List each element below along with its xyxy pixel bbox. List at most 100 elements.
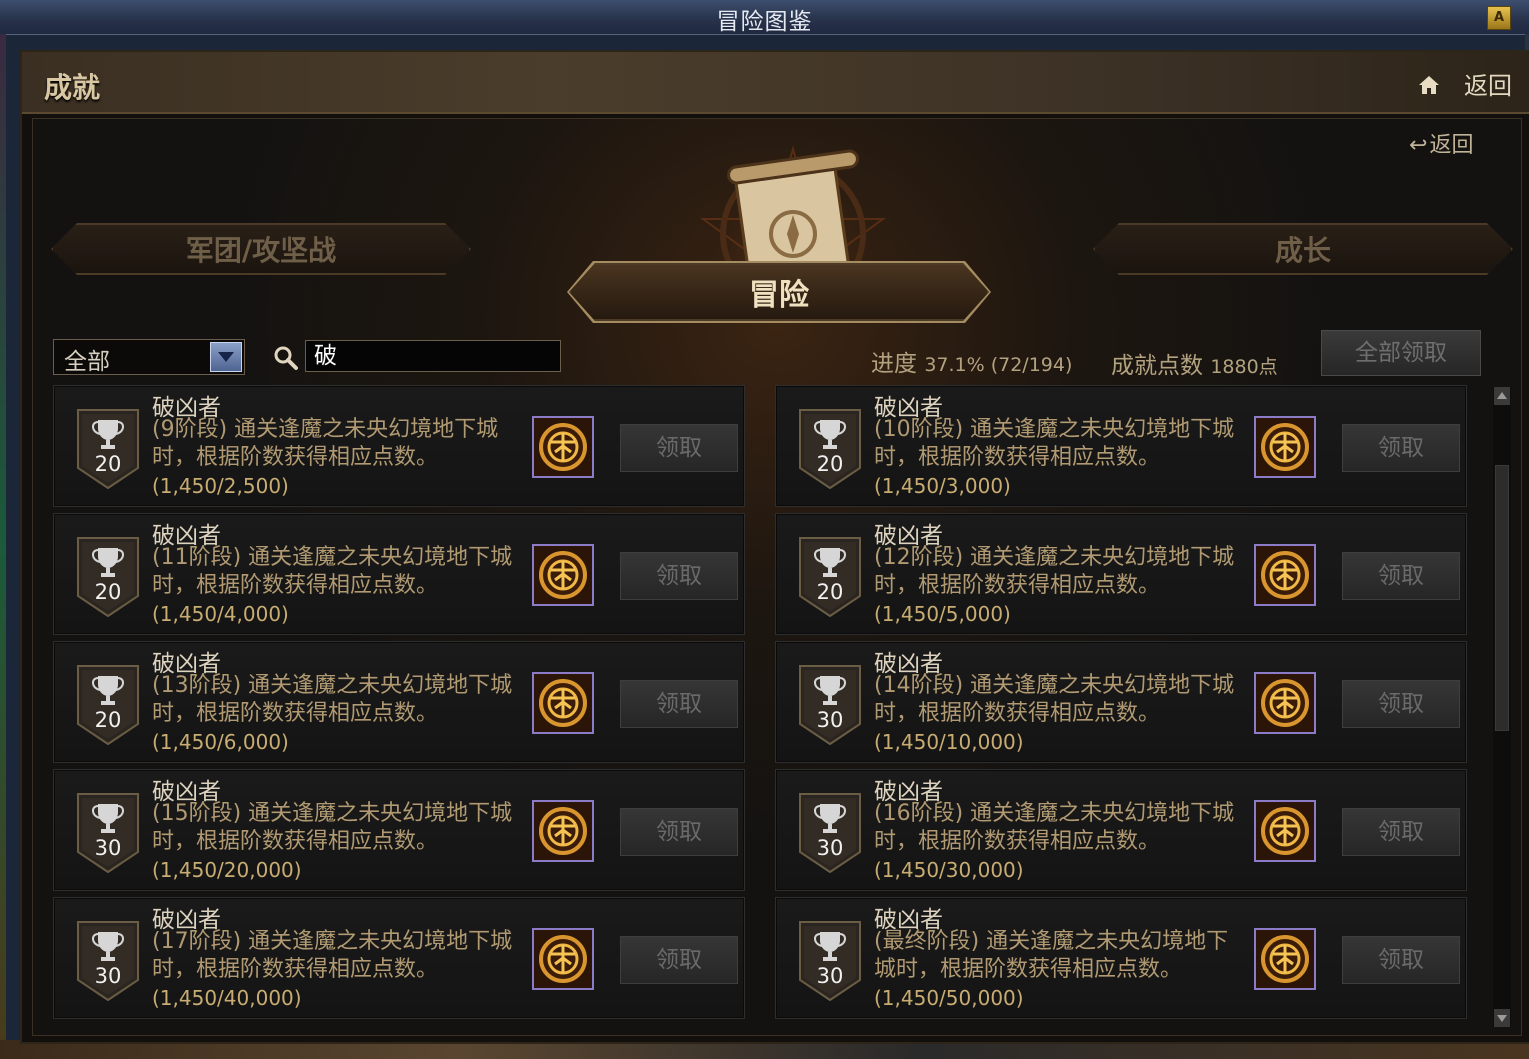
tab-growth[interactable]: 成长 — [1093, 223, 1513, 275]
trophy-badge: 20 — [76, 536, 140, 618]
reward-emblem-icon[interactable] — [1254, 544, 1316, 606]
claim-button[interactable]: 领取 — [1342, 808, 1460, 856]
achievement-card: 20 破凶者 (13阶段) 通关逢魔之未央幻境地下城时，根据阶数获得相应点数。 (1,… — [53, 641, 745, 763]
achievement-points: 20 — [94, 580, 122, 604]
achievement-card: 20 破凶者 (12阶段) 通关逢魔之未央幻境地下城时，根据阶数获得相应点数。 (1,… — [775, 513, 1467, 635]
claim-button[interactable]: 领取 — [620, 424, 738, 472]
trophy-icon — [798, 537, 862, 622]
trophy-icon — [76, 921, 140, 1006]
achievement-progress: (1,450/2,500) — [152, 474, 289, 498]
reward-emblem-icon[interactable] — [532, 416, 594, 478]
achievement-card: 30 破凶者 (最终阶段) 通关逢魔之未央幻境地下城时，根据阶数获得相应点数。 (1,… — [775, 897, 1467, 1019]
achievement-progress: (1,450/3,000) — [874, 474, 1011, 498]
claim-button[interactable]: 领取 — [1342, 936, 1460, 984]
achievement-progress: (1,450/6,000) — [152, 730, 289, 754]
search-input[interactable]: 破 — [305, 340, 561, 372]
claim-button[interactable]: 领取 — [620, 680, 738, 728]
reward-emblem-icon[interactable] — [532, 672, 594, 734]
points-value: 1880点 — [1210, 356, 1278, 378]
trophy-icon — [798, 921, 862, 1006]
achievement-description: (13阶段) 通关逢魔之未央幻境地下城时，根据阶数获得相应点数。 — [152, 673, 513, 726]
achievement-description: (14阶段) 通关逢魔之未央幻境地下城时，根据阶数获得相应点数。 — [874, 673, 1235, 726]
claim-button[interactable]: 领取 — [620, 808, 738, 856]
achievement-description: (15阶段) 通关逢魔之未央幻境地下城时，根据阶数获得相应点数。 — [152, 801, 513, 854]
achievement-card: 20 破凶者 (10阶段) 通关逢魔之未央幻境地下城时，根据阶数获得相应点数。 (1,… — [775, 385, 1467, 507]
reward-emblem-icon[interactable] — [1254, 672, 1316, 734]
achievement-card: 20 破凶者 (9阶段) 通关逢魔之未央幻境地下城时，根据阶数获得相应点数。 (1,4… — [53, 385, 745, 507]
achievement-list: 20 破凶者 (9阶段) 通关逢魔之未央幻境地下城时，根据阶数获得相应点数。 (1,4… — [43, 385, 1483, 1025]
achievement-points: 20 — [94, 708, 122, 732]
trophy-badge: 30 — [798, 920, 862, 1002]
reward-emblem-icon[interactable] — [1254, 800, 1316, 862]
reward-emblem-icon[interactable] — [532, 928, 594, 990]
claim-button[interactable]: 领取 — [620, 552, 738, 600]
window-titlebar: 冒险图鉴 A — [0, 0, 1529, 35]
sub-back-label: 返回 — [1429, 133, 1474, 158]
trophy-badge: 20 — [798, 408, 862, 490]
reward-emblem-icon[interactable] — [1254, 928, 1316, 990]
achievement-points: 30 — [816, 708, 844, 732]
scroll-thumb[interactable] — [1495, 465, 1509, 731]
trophy-icon — [798, 665, 862, 750]
achievement-card: 30 破凶者 (17阶段) 通关逢魔之未央幻境地下城时，根据阶数获得相应点数。 (1,… — [53, 897, 745, 1019]
achievement-progress: (1,450/10,000) — [874, 730, 1024, 754]
achievement-progress: (1,450/4,000) — [152, 602, 289, 626]
achievement-points: 30 — [816, 964, 844, 988]
trophy-badge: 20 — [798, 536, 862, 618]
reward-emblem-icon[interactable] — [532, 544, 594, 606]
achievement-description: (16阶段) 通关逢魔之未央幻境地下城时，根据阶数获得相应点数。 — [874, 801, 1235, 854]
achievement-points: 20 — [94, 452, 122, 476]
lock-icon[interactable]: A — [1487, 6, 1511, 30]
achievement-progress: (1,450/40,000) — [152, 986, 302, 1010]
tab-adventure[interactable]: 冒险 — [569, 263, 989, 321]
trophy-icon — [798, 409, 862, 494]
trophy-badge: 30 — [798, 664, 862, 746]
trophy-badge: 20 — [76, 664, 140, 746]
window-title: 冒险图鉴 — [716, 9, 813, 35]
claim-button[interactable]: 领取 — [620, 936, 738, 984]
claim-button[interactable]: 领取 — [1342, 680, 1460, 728]
achievement-points: 30 — [816, 836, 844, 860]
tab-legion-siege[interactable]: 军团/攻坚战 — [51, 223, 471, 275]
reward-emblem-icon[interactable] — [1254, 416, 1316, 478]
sub-back-button[interactable]: ↩返回 — [1409, 127, 1473, 159]
achievement-description: (11阶段) 通关逢魔之未央幻境地下城时，根据阶数获得相应点数。 — [152, 545, 513, 598]
progress-label: 进度 — [871, 351, 917, 377]
claim-button[interactable]: 领取 — [1342, 552, 1460, 600]
achievement-progress: (1,450/50,000) — [874, 986, 1024, 1010]
category-dropdown[interactable]: 全部 — [53, 339, 245, 375]
header: 成就 返回 — [22, 52, 1529, 114]
progress-value: 37.1% (72/194) — [924, 354, 1073, 376]
achievement-card: 20 破凶者 (11阶段) 通关逢魔之未央幻境地下城时，根据阶数获得相应点数。 (1,… — [53, 513, 745, 635]
progress-stat: 进度 37.1% (72/194) — [871, 344, 1072, 378]
trophy-icon — [798, 793, 862, 878]
achievement-description: (17阶段) 通关逢魔之未央幻境地下城时，根据阶数获得相应点数。 — [152, 929, 513, 982]
claim-button[interactable]: 领取 — [1342, 424, 1460, 472]
content-panel: ↩返回 军团/攻坚战 成长 冒险 全部 破 进度 37.1% (72/194) … — [32, 118, 1522, 1036]
trophy-badge: 20 — [76, 408, 140, 490]
points-stat: 成就点数 1880点 — [1111, 346, 1278, 380]
points-label: 成就点数 — [1111, 353, 1203, 379]
reward-emblem-icon[interactable] — [532, 800, 594, 862]
search-icon — [274, 346, 298, 370]
claim-all-button[interactable]: 全部领取 — [1321, 330, 1481, 376]
page-title: 成就 — [44, 71, 101, 104]
scroll-up-button[interactable] — [1494, 387, 1510, 405]
achievement-points: 20 — [816, 580, 844, 604]
scroll-down-button[interactable] — [1494, 1009, 1510, 1027]
back-button[interactable]: 返回 — [1464, 66, 1512, 101]
achievement-description: (12阶段) 通关逢魔之未央幻境地下城时，根据阶数获得相应点数。 — [874, 545, 1235, 598]
achievement-points: 20 — [816, 452, 844, 476]
trophy-badge: 30 — [76, 792, 140, 874]
achievement-window: 成就 返回 ↩返回 军团/攻坚战 成长 冒险 全部 破 进度 37.1% (72… — [20, 50, 1529, 1044]
achievement-points: 30 — [94, 964, 122, 988]
achievement-points: 30 — [94, 836, 122, 860]
left-edge — [0, 34, 6, 1059]
achievement-progress: (1,450/30,000) — [874, 858, 1024, 882]
achievement-description: (最终阶段) 通关逢魔之未央幻境地下城时，根据阶数获得相应点数。 — [874, 929, 1229, 982]
trophy-badge: 30 — [798, 792, 862, 874]
chevron-down-icon[interactable] — [210, 342, 242, 372]
list-scrollbar[interactable] — [1493, 387, 1511, 1027]
home-icon[interactable] — [1418, 74, 1440, 96]
achievement-progress: (1,450/5,000) — [874, 602, 1011, 626]
